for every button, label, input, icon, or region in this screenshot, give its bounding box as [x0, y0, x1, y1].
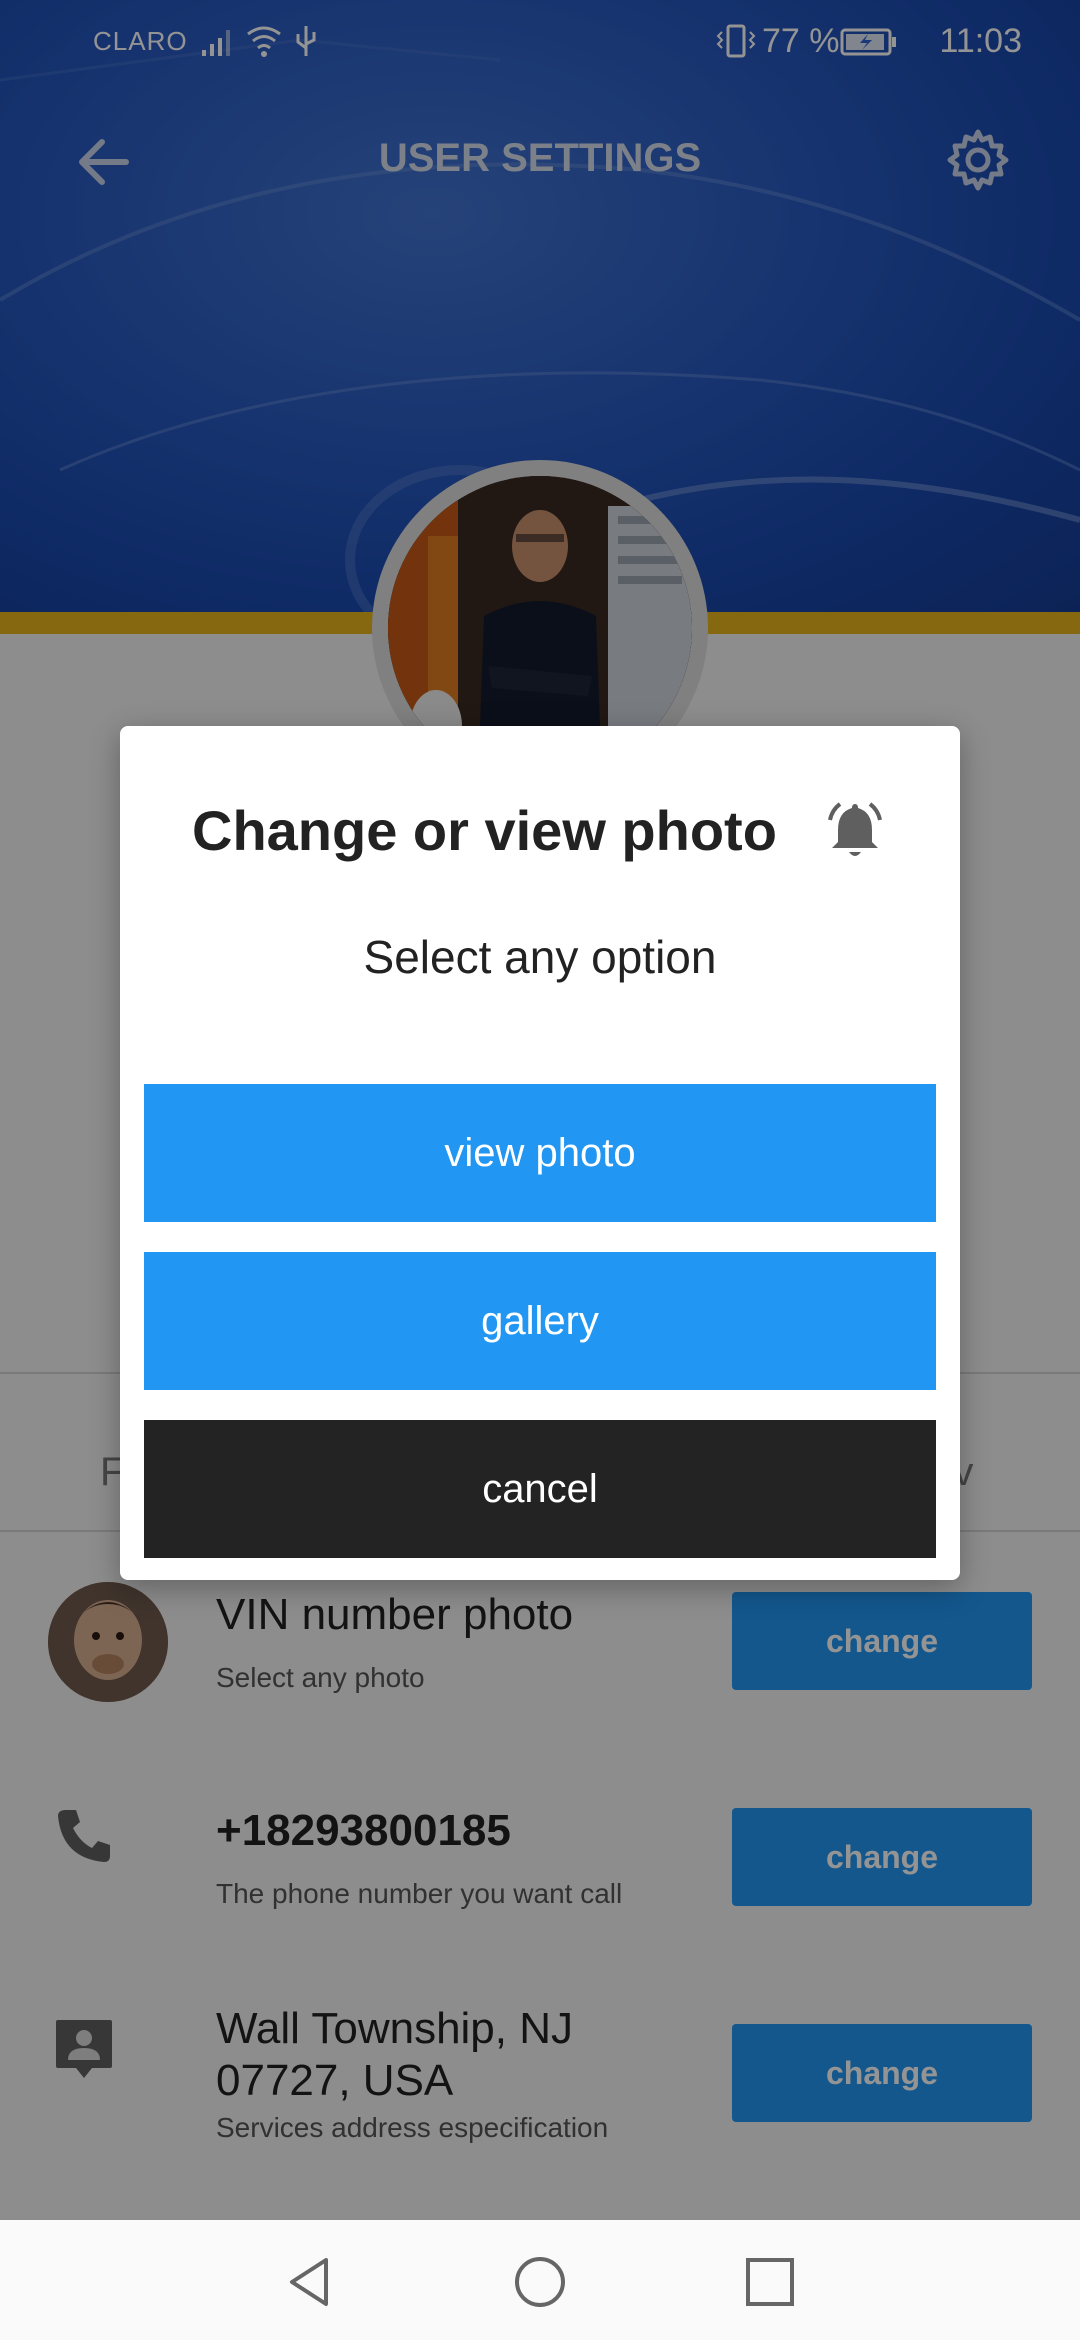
gallery-button[interactable]: gallery	[144, 1252, 936, 1390]
dialog-title: Change or view photo	[192, 799, 777, 862]
view-photo-button[interactable]: view photo	[144, 1084, 936, 1222]
nav-back-icon[interactable]	[282, 2254, 338, 2310]
nav-recents-icon[interactable]	[742, 2254, 798, 2310]
dialog-subtitle: Select any option	[363, 931, 717, 983]
photo-options-dialog: Change or view photo Select any option v…	[120, 726, 960, 1580]
system-navigation-bar	[0, 2220, 1080, 2340]
cancel-button[interactable]: cancel	[144, 1420, 936, 1558]
nav-home-icon[interactable]	[512, 2254, 568, 2310]
bell-icon	[828, 802, 882, 856]
